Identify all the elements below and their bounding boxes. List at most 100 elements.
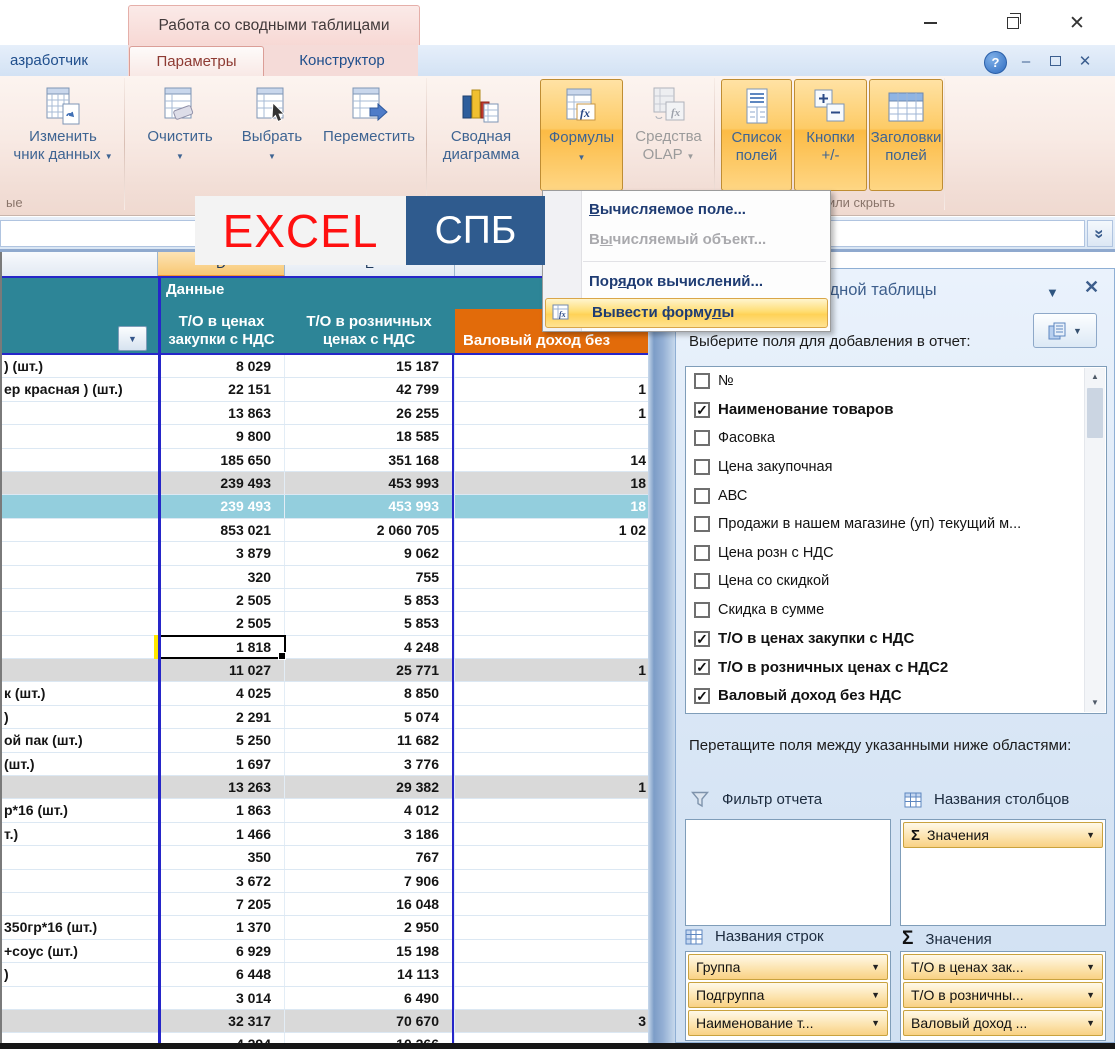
data-cell[interactable]: 1 466 (158, 823, 285, 845)
data-cell[interactable] (455, 916, 648, 938)
field-list-button[interactable]: Список полей (721, 79, 792, 191)
change-data-source-button[interactable]: Изменить чник данных ▼ (4, 79, 122, 191)
tab-developer[interactable]: азработчик (0, 46, 104, 76)
data-cell[interactable]: 18 (455, 472, 648, 494)
data-cell[interactable]: 6 448 (158, 963, 285, 985)
data-cell[interactable]: 3 672 (158, 870, 285, 892)
data-cell[interactable] (455, 542, 648, 564)
close-button[interactable]: ✕ (1062, 12, 1092, 34)
data-cell[interactable] (455, 963, 648, 985)
data-cell[interactable]: 5 250 (158, 729, 285, 751)
field-list-item[interactable]: Цена со скидкой (686, 567, 1106, 596)
data-cell[interactable]: 3 (455, 1010, 648, 1032)
data-cell[interactable]: 32 317 (158, 1010, 285, 1032)
row-label-cell[interactable] (0, 846, 158, 868)
select-button[interactable]: Выбрать ▼ (228, 79, 316, 191)
data-cell[interactable]: 239 493 (158, 495, 285, 517)
row-label-cell[interactable]: к (шт.) (0, 682, 158, 704)
row-label-cell[interactable] (0, 425, 158, 447)
data-cell[interactable]: 22 151 (158, 378, 285, 400)
pane-close-button[interactable]: ✕ (1084, 277, 1099, 298)
data-cell[interactable] (455, 589, 648, 611)
row-label-cell[interactable] (0, 987, 158, 1009)
checked-checkbox[interactable]: ✓ (694, 402, 710, 418)
data-cell[interactable]: 15 198 (285, 940, 455, 962)
row-label-cell[interactable] (0, 1010, 158, 1032)
row-label-cell[interactable]: 350гр*16 (шт.) (0, 916, 158, 938)
data-cell[interactable] (455, 799, 648, 821)
row-label-cell[interactable]: ер красная ) (шт.) (0, 378, 158, 400)
data-cell[interactable]: 25 771 (285, 659, 455, 681)
field-list-item[interactable]: ✓Валовый доход без НДС (686, 682, 1106, 711)
row-label-cell[interactable] (0, 449, 158, 471)
row-label-cell[interactable]: ) (0, 963, 158, 985)
data-cell[interactable]: 1 697 (158, 753, 285, 775)
workbook-close-button[interactable]: ✕ (1074, 51, 1096, 71)
checked-checkbox[interactable]: ✓ (694, 688, 710, 704)
chevron-down-icon[interactable]: ▼ (871, 990, 880, 1000)
data-cell[interactable]: 18 585 (285, 425, 455, 447)
unchecked-checkbox[interactable] (694, 545, 710, 561)
selected-cell[interactable]: 1 818 (158, 636, 285, 658)
unchecked-checkbox[interactable] (694, 573, 710, 589)
data-cell[interactable]: 3 014 (158, 987, 285, 1009)
data-cell[interactable]: 7 205 (158, 893, 285, 915)
data-cell[interactable]: 3 879 (158, 542, 285, 564)
chevron-down-icon[interactable]: ▼ (1086, 830, 1095, 840)
row-label-cell[interactable] (0, 893, 158, 915)
data-cell[interactable]: 755 (285, 566, 455, 588)
field-list-item[interactable]: Цена закупочная (686, 453, 1106, 482)
data-cell[interactable]: 4 012 (285, 799, 455, 821)
row-label-cell[interactable]: +соус (шт.) (0, 940, 158, 962)
pivot-field-button[interactable]: Т/О в розничны...▼ (903, 982, 1103, 1008)
pivot-field-button[interactable]: Наименование т...▼ (688, 1010, 888, 1036)
row-label-cell[interactable]: ) (0, 706, 158, 728)
formulas-button[interactable]: fx Формулы ▼ (540, 79, 623, 191)
data-cell[interactable] (455, 612, 648, 634)
data-cell[interactable] (455, 636, 648, 658)
scrollbar-thumb[interactable] (1087, 388, 1103, 438)
data-cell[interactable]: 239 493 (158, 472, 285, 494)
row-label-cell[interactable]: (шт.) (0, 753, 158, 775)
unchecked-checkbox[interactable] (694, 602, 710, 618)
row-label-cell[interactable] (0, 495, 158, 517)
chevron-down-icon[interactable]: ▼ (871, 1018, 880, 1028)
row-label-cell[interactable] (0, 542, 158, 564)
data-cell[interactable] (455, 987, 648, 1009)
data-cell[interactable]: 1 (455, 402, 648, 424)
row-label-cell[interactable]: ) (шт.) (0, 355, 158, 377)
data-cell[interactable]: 351 168 (285, 449, 455, 471)
data-cell[interactable]: 1 (455, 659, 648, 681)
pivot-field-button[interactable]: Т/О в ценах зак...▼ (903, 954, 1103, 980)
clear-button[interactable]: Очистить ▼ (134, 79, 226, 191)
data-cell[interactable]: 1 863 (158, 799, 285, 821)
data-cell[interactable]: 70 670 (285, 1010, 455, 1032)
data-cell[interactable]: 2 505 (158, 589, 285, 611)
report-filter-box[interactable] (685, 819, 891, 926)
data-cell[interactable] (455, 940, 648, 962)
data-cell[interactable]: 453 993 (285, 472, 455, 494)
data-cell[interactable] (455, 566, 648, 588)
row-label-cell[interactable] (0, 636, 158, 658)
data-cell[interactable]: 767 (285, 846, 455, 868)
data-cell[interactable]: 42 799 (285, 378, 455, 400)
chevron-down-icon[interactable]: ▼ (1086, 990, 1095, 1000)
chevron-down-icon[interactable]: ▼ (1086, 962, 1095, 972)
field-list-item[interactable]: Продажи в нашем магазине (уп) текущий м.… (686, 510, 1106, 539)
pivot-field-button[interactable]: Группа▼ (688, 954, 888, 980)
row-label-cell[interactable]: т.) (0, 823, 158, 845)
data-cell[interactable]: 6 490 (285, 987, 455, 1009)
unchecked-checkbox[interactable] (694, 488, 710, 504)
unchecked-checkbox[interactable] (694, 459, 710, 475)
restore-button[interactable] (998, 12, 1028, 34)
data-cell[interactable]: 350 (158, 846, 285, 868)
scroll-down-icon[interactable]: ▼ (1085, 694, 1105, 712)
row-label-cell[interactable] (0, 519, 158, 541)
pane-menu-button[interactable]: ▼ (1046, 285, 1059, 300)
move-pivottable-button[interactable]: Переместить (316, 79, 422, 191)
data-cell[interactable]: 13 263 (158, 776, 285, 798)
data-cell[interactable] (455, 1033, 648, 1043)
row-label-cell[interactable]: р*16 (шт.) (0, 799, 158, 821)
data-cell[interactable]: 4 248 (285, 636, 455, 658)
data-cell[interactable]: 16 048 (285, 893, 455, 915)
